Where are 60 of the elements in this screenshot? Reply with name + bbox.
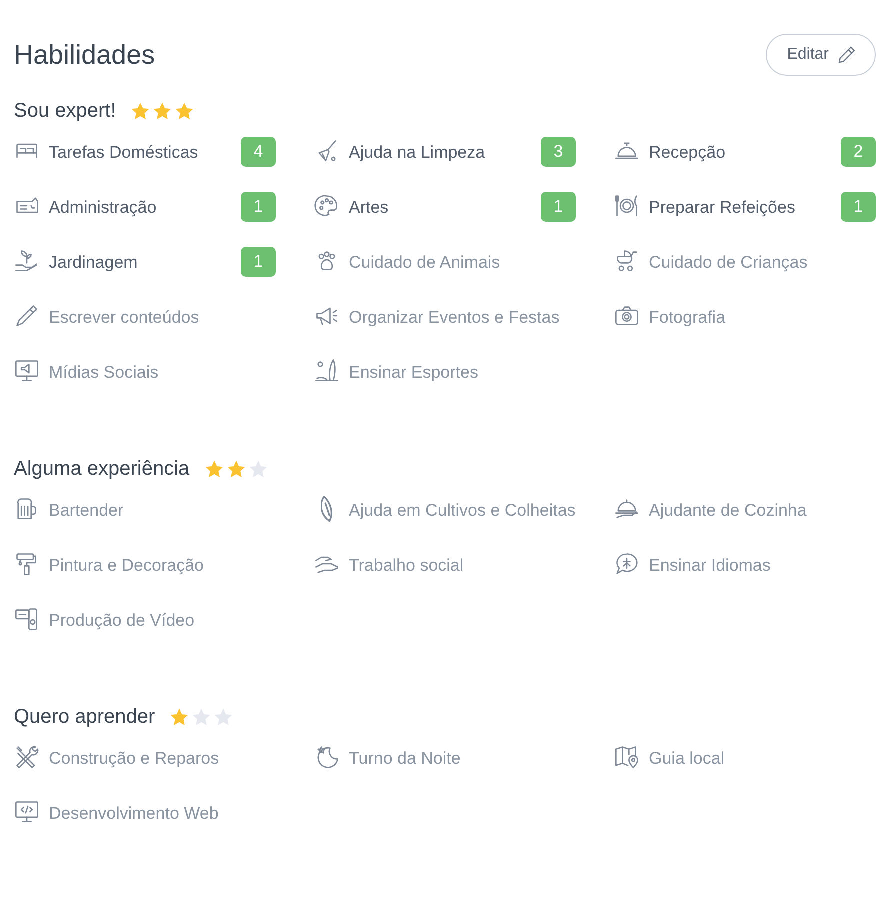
star-icon (213, 707, 234, 728)
skill-label: Ajuda na Limpeza (349, 142, 486, 164)
skill-label: Fotografia (649, 307, 727, 329)
pencil-icon (14, 303, 40, 329)
star-icon (169, 707, 190, 728)
skill-label: Cuidado de Crianças (649, 252, 809, 274)
skill-label: Jardinagem (49, 252, 139, 274)
skill-label: Mídias Sociais (49, 362, 160, 384)
count-badge: 1 (541, 192, 576, 222)
count-badge: 1 (241, 247, 276, 277)
skill-label: Trabalho social (349, 555, 465, 577)
count-badge: 4 (241, 137, 276, 167)
skill-label: Preparar Refeições (649, 197, 796, 219)
skill-label: Construção e Reparos (49, 748, 220, 770)
skill-label: Bartender (49, 500, 125, 522)
skill-label: Produção de Vídeo (49, 610, 196, 632)
skill-label: Tarefas Domésticas (49, 142, 200, 164)
speech-bubble-icon (614, 551, 640, 577)
skill-label: Pintura e Decoração (49, 555, 205, 577)
edit-button[interactable]: Editar (766, 34, 876, 76)
palette-icon (314, 193, 340, 219)
skill-label: Organizar Eventos e Festas (349, 307, 561, 329)
skill-label: Recepção (649, 142, 727, 164)
page-title: Habilidades (14, 40, 156, 70)
skill-label: Escrever conteúdos (49, 307, 200, 329)
star-icon (191, 707, 212, 728)
skill-label: Ajudante de Cozinha (649, 500, 808, 522)
surfboard-icon (314, 358, 340, 384)
tools-icon (14, 744, 40, 770)
section-heading: Quero aprender (14, 706, 156, 729)
skill-label: Desenvolvimento Web (49, 803, 220, 825)
map-icon (614, 744, 640, 770)
skill-label: Guia local (649, 748, 726, 770)
star-icon (226, 459, 247, 480)
skill-label: Turno da Noite (349, 748, 462, 770)
section-heading: Sou expert! (14, 100, 116, 123)
skill-label: Ensinar Esportes (349, 362, 480, 384)
count-badge: 1 (241, 192, 276, 222)
stroller-icon (614, 248, 640, 274)
skill-label: Artes (349, 197, 390, 219)
count-badge: 2 (841, 137, 876, 167)
video-camera-icon (14, 606, 40, 632)
star-icon (152, 101, 174, 122)
plant-icon (14, 248, 40, 274)
star-icon (130, 101, 152, 122)
star-icon (248, 459, 269, 480)
pencil-icon (837, 45, 857, 65)
count-badge: 3 (541, 137, 576, 167)
star-icon (174, 101, 196, 122)
skill-label: Ajuda em Cultivos e Colheitas (349, 500, 576, 522)
skill-label: Ensinar Idiomas (649, 555, 772, 577)
star-icon (204, 459, 225, 480)
plate-icon (614, 193, 640, 219)
leaf-icon (321, 496, 333, 522)
section-heading: Alguma experiência (14, 458, 190, 481)
count-badge: 1 (841, 192, 876, 222)
monitor-icon (14, 358, 40, 384)
skill-label: Administração (49, 197, 158, 219)
skill-label: Cuidado de Animais (349, 252, 502, 274)
code-monitor-icon (14, 799, 40, 825)
